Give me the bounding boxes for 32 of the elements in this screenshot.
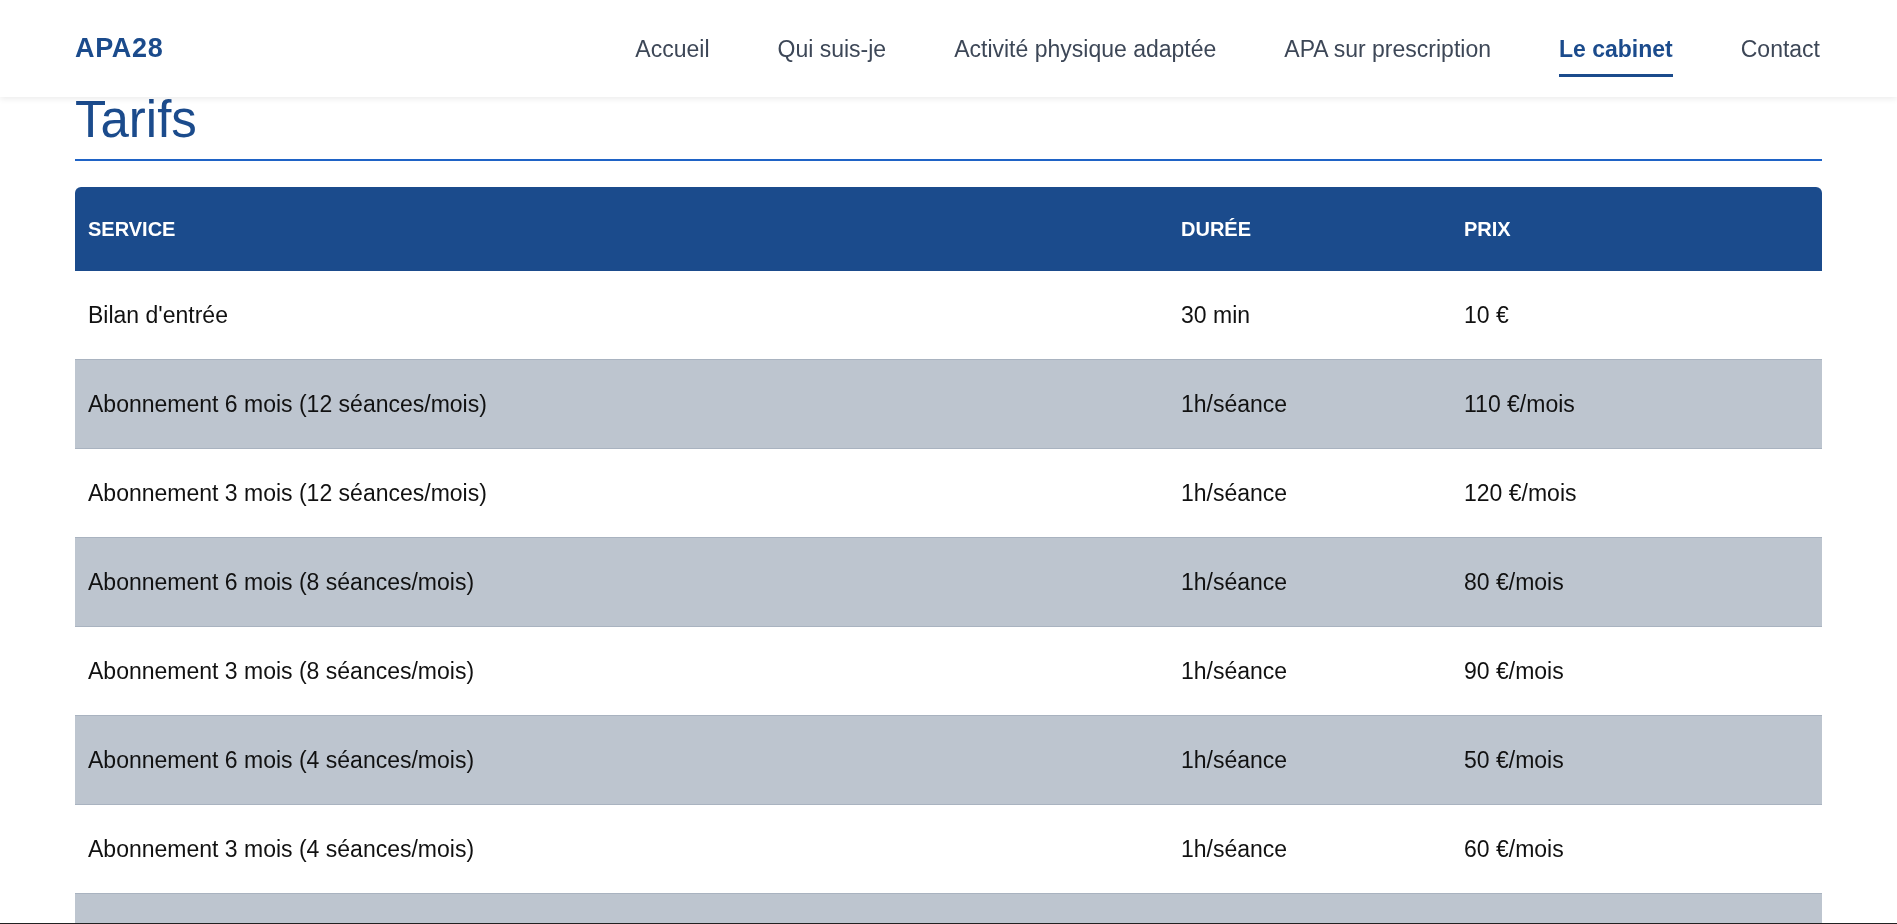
table-cell: 1h/séance	[1181, 835, 1288, 862]
table-cell: 120 €/mois	[1464, 479, 1577, 506]
nav-link[interactable]: Le cabinet	[1558, 19, 1673, 78]
table-cell: Abonnement 6 mois (8 séances/mois)	[88, 568, 475, 595]
table-cell: 110 €/mois	[1464, 390, 1575, 417]
table-cell: 50 €/mois	[1464, 746, 1564, 773]
table-cell: Abonnement 6 mois (12 séances/mois)	[88, 390, 487, 417]
table-cell: 1h/séance	[1181, 657, 1288, 684]
column-header: DURÉE	[1181, 218, 1251, 240]
nav-link[interactable]: Contact	[1740, 19, 1820, 78]
column-header: PRIX	[1464, 218, 1511, 240]
section-title: Tarifs	[75, 91, 198, 149]
nav-link[interactable]: Accueil	[635, 19, 710, 78]
table-cell: Bilan d'entrée	[88, 301, 228, 328]
table-cell: 1h/séance	[1181, 479, 1288, 506]
table-cell: Abonnement 3 mois (8 séances/mois)	[88, 657, 475, 684]
column-header: SERVICE	[88, 218, 176, 240]
table-cell: 1h/séance	[1181, 568, 1288, 595]
table-cell: 60 €/mois	[1464, 835, 1564, 862]
table-cell: Abonnement 3 mois (4 séances/mois)	[88, 835, 475, 862]
table-cell: 1h/séance	[1181, 746, 1288, 773]
nav-link[interactable]: APA sur prescription	[1284, 19, 1491, 78]
table-cell: 10 €	[1464, 301, 1509, 328]
nav-link[interactable]: Activité physique adaptée	[954, 19, 1217, 78]
table-cell: Abonnement 3 mois (12 séances/mois)	[88, 479, 487, 506]
table-cell: 80 €/mois	[1464, 568, 1564, 595]
nav-link[interactable]: Qui suis-je	[777, 19, 887, 78]
table-cell: Abonnement 6 mois (4 séances/mois)	[88, 746, 475, 773]
table-cell: 30 min	[1181, 301, 1251, 328]
table-cell: 90 €/mois	[1464, 657, 1564, 684]
table-cell: 1h/séance	[1181, 390, 1288, 417]
site-logo[interactable]: APA28	[75, 28, 164, 69]
